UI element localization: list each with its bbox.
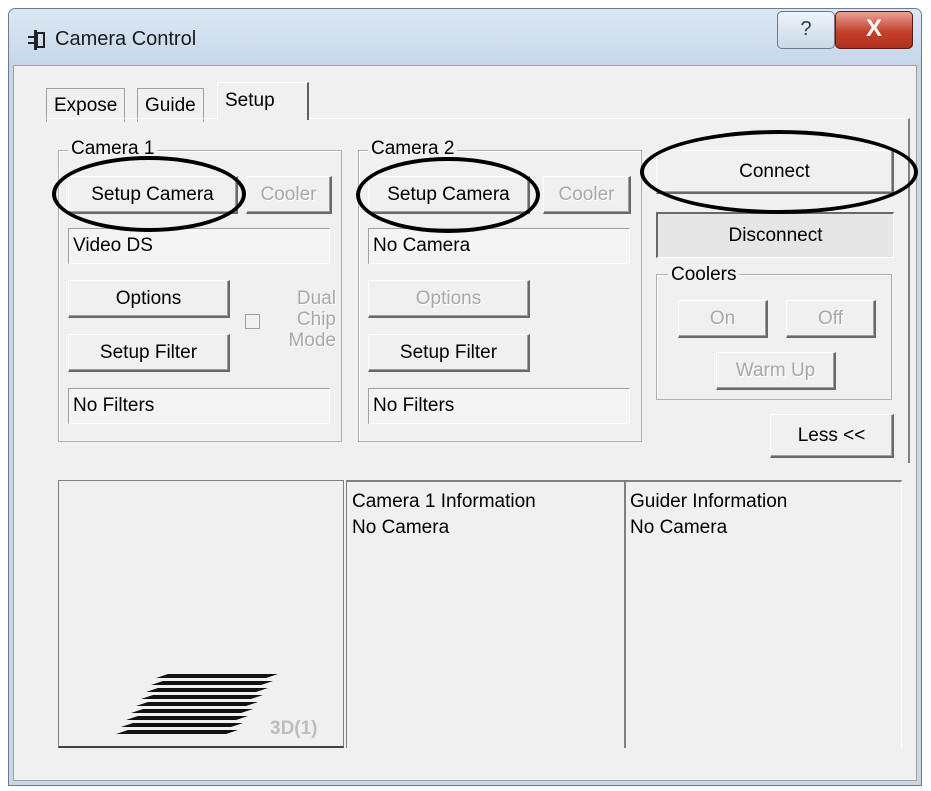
camera1-cooler-button[interactable]: Cooler — [246, 176, 332, 214]
camera2-camera-field[interactable]: No Camera — [368, 228, 630, 264]
camera2-setup-camera-button[interactable]: Setup Camera — [368, 176, 530, 214]
coolers-group-label: Coolers — [668, 264, 740, 286]
cooler-off-button[interactable]: Off — [786, 300, 876, 338]
warm-up-button[interactable]: Warm Up — [716, 352, 836, 390]
3d-stripes-icon — [116, 674, 278, 734]
camera2-setup-filter-button[interactable]: Setup Filter — [368, 334, 530, 372]
camera1-group-label: Camera 1 — [68, 138, 158, 160]
camera1-options-button[interactable]: Options — [68, 280, 230, 318]
camera2-group-label: Camera 2 — [368, 138, 458, 160]
guider-info-status: No Camera — [630, 517, 728, 538]
dual-chip-mode-label: Dual Chip Mode — [288, 288, 336, 351]
title-bar: Camera Control ? X — [9, 9, 921, 65]
help-icon: ? — [800, 18, 812, 40]
cooler-on-button[interactable]: On — [678, 300, 768, 338]
camera1-setup-filter-button[interactable]: Setup Filter — [68, 334, 230, 372]
tab-expose[interactable]: Expose — [46, 88, 126, 122]
camera1-setup-camera-button[interactable]: Setup Camera — [68, 176, 238, 214]
info-divider — [624, 482, 626, 748]
close-button[interactable]: X — [835, 11, 913, 49]
less-button[interactable]: Less << — [770, 414, 894, 458]
guider-info-title: Guider Information — [630, 491, 788, 512]
disconnect-button[interactable]: Disconnect — [656, 212, 894, 258]
thumbnail-label: 3D(1) — [270, 718, 318, 739]
connect-button[interactable]: Connect — [656, 150, 894, 194]
help-button[interactable]: ? — [777, 11, 835, 49]
tab-setup[interactable]: Setup — [217, 82, 309, 120]
window-title: Camera Control — [55, 28, 197, 50]
camera2-options-button[interactable]: Options — [368, 280, 530, 318]
close-icon: X — [865, 15, 882, 42]
camera2-filter-field[interactable]: No Filters — [368, 388, 630, 424]
tab-guide[interactable]: Guide — [137, 88, 204, 122]
camera1-info-status: No Camera — [352, 517, 450, 538]
camera1-filter-field[interactable]: No Filters — [68, 388, 330, 424]
camera2-cooler-button[interactable]: Cooler — [543, 176, 631, 214]
camera-control-icon — [28, 30, 45, 50]
camera1-camera-field[interactable]: Video DS — [68, 228, 330, 264]
camera1-info-title: Camera 1 Information — [352, 491, 536, 512]
dual-chip-mode-checkbox[interactable] — [245, 314, 260, 329]
